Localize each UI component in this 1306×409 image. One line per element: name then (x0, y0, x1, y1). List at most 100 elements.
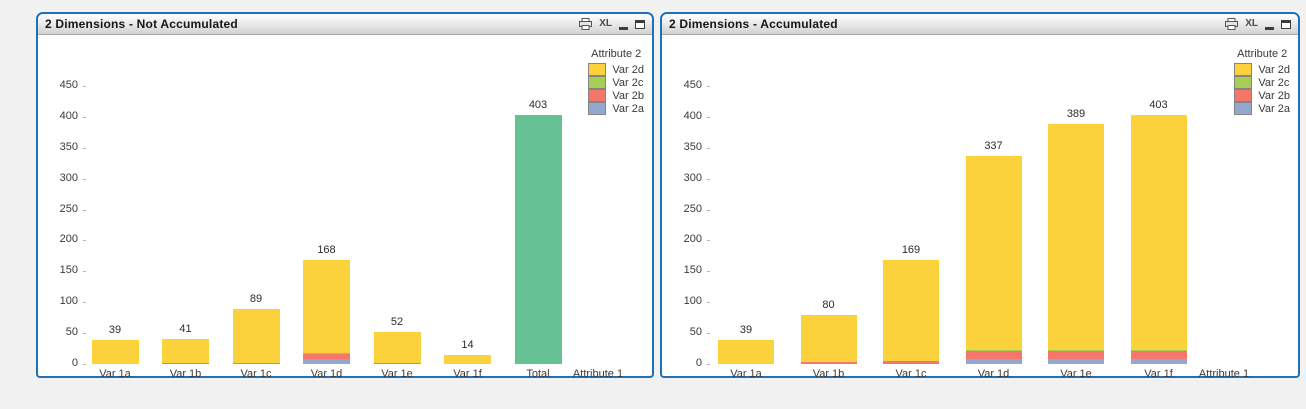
legend-item[interactable]: Var 2c (1234, 76, 1290, 89)
legend-item-label: Var 2d (612, 63, 644, 76)
y-axis-tick-mark (83, 209, 86, 211)
bar-segment-var-2d[interactable] (1130, 115, 1187, 350)
y-axis-tick-mark (707, 302, 710, 304)
x-axis-category-label[interactable]: Var 1a (80, 368, 150, 380)
export-excel-icon[interactable]: XL (599, 19, 612, 29)
bar-segment-var-2d[interactable] (303, 260, 350, 353)
minimize-icon[interactable] (1265, 26, 1274, 30)
bar-chart-accumulated: 0 50 100 150 200 250 300 350 400 450 39 Var 1a 80 Var… (662, 35, 1298, 380)
x-axis-title: Attribute 1 (572, 368, 624, 380)
y-axis-tick-mark (707, 178, 710, 180)
window-caption[interactable]: 2 Dimensions - Not Accumulated XL (38, 14, 652, 35)
bar-segment-var-2b[interactable] (965, 351, 1022, 360)
bar-segment-var-2d[interactable] (965, 155, 1022, 350)
bar-segment-var-2d[interactable] (1048, 123, 1104, 350)
legend-swatch (588, 102, 607, 115)
chart-window-not-accumulated: 2 Dimensions - Not Accumulated XL 0 50 100… (36, 12, 654, 380)
bar-segment-var-2c[interactable] (303, 352, 350, 355)
legend-swatch (588, 63, 607, 76)
legend: Attribute 2 Var 2d Var 2c Var 2b Var 2a (588, 48, 644, 115)
bar-segment-var-2b[interactable] (373, 362, 421, 364)
legend-item[interactable]: Var 2b (1234, 89, 1290, 102)
y-axis-tick-mark (707, 209, 710, 211)
bar-segment-var-2b[interactable] (232, 362, 280, 364)
print-icon[interactable] (579, 18, 593, 30)
y-axis-tick-mark (83, 271, 86, 273)
y-axis-tick-label: 400 (59, 109, 78, 122)
bar-segment-var-2a[interactable] (1048, 359, 1104, 364)
bar-segment-var-2b[interactable] (162, 362, 209, 364)
print-icon[interactable] (1225, 18, 1239, 30)
legend-title: Attribute 2 (1237, 48, 1288, 60)
bar-value-label: 39 (739, 323, 753, 336)
legend-item[interactable]: Var 2d (588, 63, 644, 76)
bar-segment-var-2a[interactable] (965, 359, 1022, 364)
bar-segment-var-2c[interactable] (1130, 349, 1187, 352)
legend-item-label: Var 2a (612, 102, 644, 115)
minimize-icon[interactable] (619, 26, 628, 30)
bar-segment-var-2d[interactable] (162, 338, 209, 363)
bar-segment-var-2d[interactable] (444, 355, 491, 364)
y-axis-tick-mark (707, 271, 710, 273)
window-title: 2 Dimensions - Not Accumulated (45, 17, 238, 31)
maximize-icon[interactable] (1281, 19, 1291, 29)
export-excel-icon[interactable]: XL (1245, 19, 1258, 29)
legend-item[interactable]: Var 2d (1234, 63, 1290, 76)
legend-item-label: Var 2a (1258, 102, 1290, 115)
y-axis-tick-label: 50 (65, 326, 78, 339)
legend-item[interactable]: Var 2a (1234, 102, 1290, 115)
window-caption[interactable]: 2 Dimensions - Accumulated XL (662, 14, 1298, 35)
bar-segment-var-2c[interactable] (1048, 349, 1104, 352)
bar-segment-var-2d[interactable] (373, 331, 421, 363)
legend-item-label: Var 2b (612, 89, 644, 102)
y-axis-tick-mark (707, 147, 710, 149)
bar-value-label: 403 (1149, 99, 1168, 112)
bar-segment-var-2a[interactable] (1130, 359, 1187, 364)
maximize-icon[interactable] (635, 19, 645, 29)
x-axis-category-label[interactable]: Var 1c (221, 368, 291, 380)
y-axis-tick-label: 300 (683, 171, 702, 184)
qlikview-sheet: 2 Dimensions - Not Accumulated XL 0 50 100… (0, 0, 1306, 409)
x-axis-category-label[interactable]: Var 1b (794, 368, 864, 380)
x-axis-category-label[interactable]: Var 1b (151, 368, 221, 380)
bar-value-label: 389 (1066, 107, 1086, 120)
bar-segment-var-2b[interactable] (1048, 351, 1104, 360)
y-axis-tick-mark (83, 240, 86, 242)
legend-item[interactable]: Var 2a (588, 102, 644, 115)
legend-swatch (588, 89, 607, 102)
x-axis-category-label[interactable]: Var 1a (711, 368, 781, 380)
legend-swatch (1234, 63, 1253, 76)
y-axis-tick-mark (707, 364, 710, 365)
legend-item[interactable]: Var 2c (588, 76, 644, 89)
bar-segment-var-2b[interactable] (1130, 351, 1187, 360)
bar-segment-var-2b[interactable] (800, 362, 857, 364)
legend-item[interactable]: Var 2b (588, 89, 644, 102)
x-axis-category-label[interactable]: Var 1f (433, 368, 503, 380)
x-axis-category-label[interactable]: Var 1f (1124, 368, 1194, 380)
y-axis-tick-label: 400 (683, 109, 702, 122)
bar-value-label: 337 (984, 139, 1003, 152)
y-axis-tick-mark (83, 147, 86, 149)
bar-segment-var-2d[interactable] (232, 309, 280, 363)
y-axis-tick-label: 200 (683, 233, 702, 246)
bar-segment-var-2d[interactable] (800, 314, 857, 363)
x-axis-category-label[interactable]: Var 1d (959, 368, 1029, 380)
y-axis-tick-label: 50 (689, 326, 702, 339)
bar-segment-var-2a[interactable] (303, 359, 350, 364)
y-axis-tick-label: 100 (683, 295, 702, 308)
y-axis-tick-label: 350 (683, 140, 702, 153)
bar-segment-var-2b[interactable] (883, 360, 939, 364)
bar-segment-var-2d[interactable] (883, 259, 939, 361)
legend-title: Attribute 2 (591, 48, 642, 60)
x-axis-category-label[interactable]: Var 1e (1041, 368, 1111, 380)
x-axis-category-label[interactable]: Var 1d (292, 368, 362, 380)
y-axis-tick-label: 450 (59, 79, 78, 91)
bar-segment-var-2c[interactable] (965, 349, 1022, 352)
x-axis-category-label[interactable]: Var 1e (362, 368, 432, 380)
bar-segment-var-2d[interactable] (91, 339, 139, 364)
bar-segment-total[interactable] (514, 115, 562, 364)
bar-segment-var-2d[interactable] (718, 339, 774, 364)
y-axis-tick-mark (707, 333, 710, 335)
bar-segment-var-2b[interactable] (303, 354, 350, 360)
x-axis-category-label[interactable]: Var 1c (876, 368, 946, 380)
